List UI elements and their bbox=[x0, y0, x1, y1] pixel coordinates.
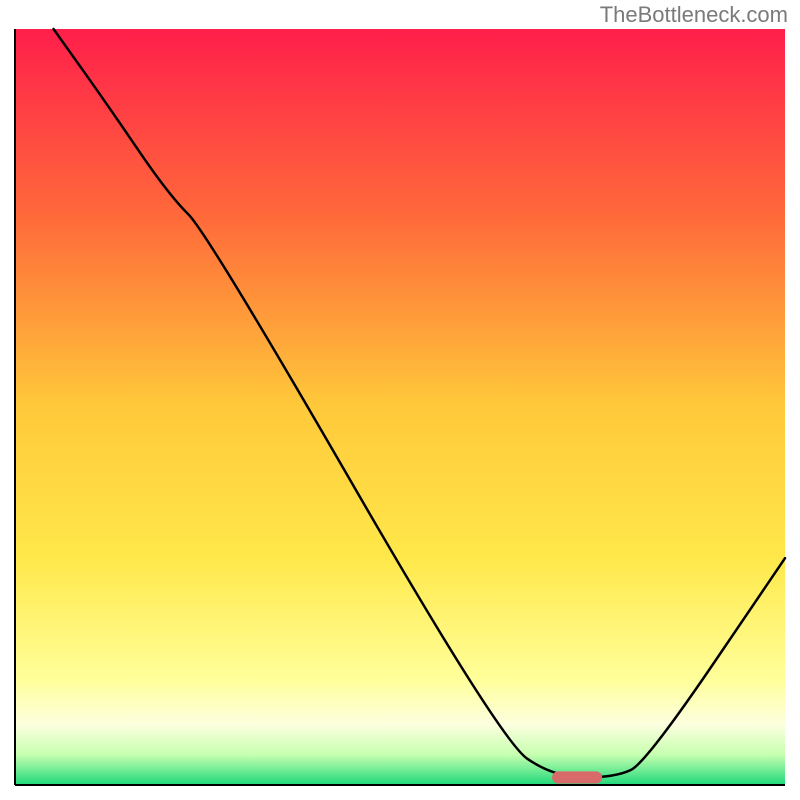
chart-container: TheBottleneck.com bbox=[0, 0, 800, 800]
watermark-text: TheBottleneck.com bbox=[600, 2, 788, 28]
optimal-marker bbox=[552, 771, 602, 783]
plot-background bbox=[15, 29, 785, 785]
bottleneck-chart bbox=[0, 0, 800, 800]
